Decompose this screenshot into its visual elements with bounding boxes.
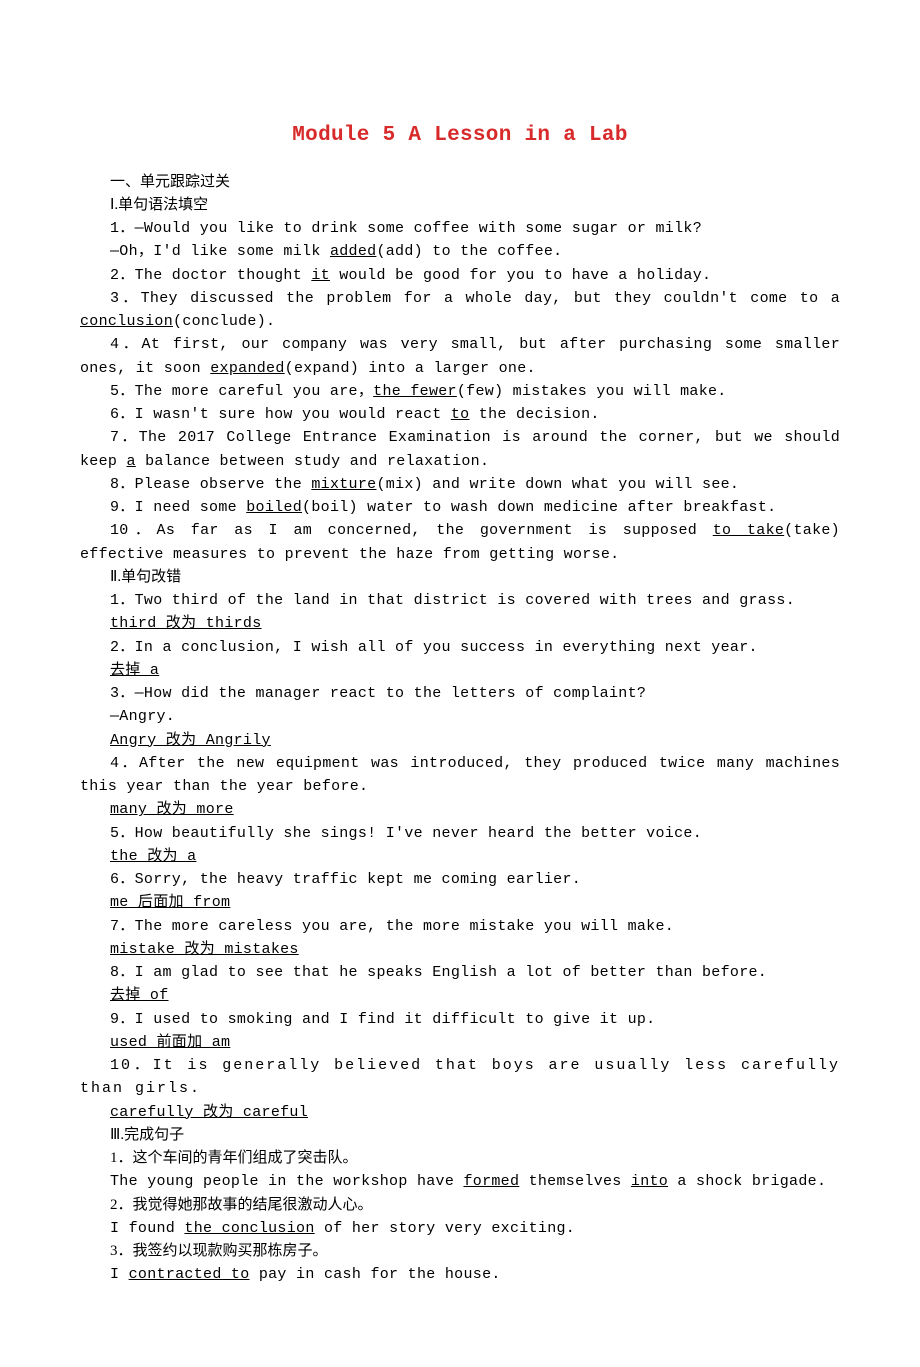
s2a9: used 前面加 am: [80, 1031, 840, 1054]
text: 10．As far as I am concerned, the governm…: [110, 522, 713, 539]
text: 3．They discussed the problem for a whole…: [110, 290, 840, 307]
text: 5．The more careful you are，: [110, 383, 373, 400]
q1b: —Oh，I'd like some milk added(add) to the…: [80, 240, 840, 263]
section-heading: 一、单元跟踪过关: [80, 171, 840, 194]
text: 2．The doctor thought: [110, 267, 311, 284]
text: (boil) water to wash down medicine after…: [302, 499, 776, 516]
text: I: [110, 1266, 129, 1283]
answer: into: [631, 1173, 668, 1190]
s3q3c: 3．我签约以现款购买那栋房子。: [80, 1240, 840, 1263]
subsection-2: Ⅱ.单句改错: [80, 566, 840, 589]
s2a4: many 改为 more: [80, 798, 840, 821]
s3q1c: 1．这个车间的青年们组成了突击队。: [80, 1147, 840, 1170]
text: of her story very exciting.: [315, 1220, 575, 1237]
answer: to: [451, 406, 470, 423]
text: (conclude).: [173, 313, 275, 330]
q3: 3．They discussed the problem for a whole…: [80, 287, 840, 334]
text: I found: [110, 1220, 184, 1237]
s2a7: mistake 改为 mistakes: [80, 938, 840, 961]
answer: mixture: [311, 476, 376, 493]
answer: boiled: [246, 499, 302, 516]
q8: 8．Please observe the mixture(mix) and wr…: [80, 473, 840, 496]
text: pay in cash for the house.: [250, 1266, 501, 1283]
answer: a: [127, 453, 136, 470]
text: a shock brigade.: [668, 1173, 826, 1190]
answer: it: [311, 267, 330, 284]
q2: 2．The doctor thought it would be good fo…: [80, 264, 840, 287]
text: The young people in the workshop have: [110, 1173, 463, 1190]
s2a3: Angry 改为 Angrily: [80, 729, 840, 752]
subsection-1: Ⅰ.单句语法填空: [80, 194, 840, 217]
s3q2c: 2．我觉得她那故事的结尾很激动人心。: [80, 1194, 840, 1217]
s3q2e: I found the conclusion of her story very…: [80, 1217, 840, 1240]
s2q3b: —Angry.: [80, 705, 840, 728]
s2a2: 去掉 a: [80, 659, 840, 682]
s2q2: 2．In a conclusion, I wish all of you suc…: [80, 636, 840, 659]
answer: formed: [463, 1173, 519, 1190]
s2a10: carefully 改为 careful: [80, 1101, 840, 1124]
q7: 7．The 2017 College Entrance Examination …: [80, 426, 840, 473]
text: the decision.: [469, 406, 599, 423]
answer: the conclusion: [184, 1220, 314, 1237]
answer: expanded: [210, 360, 284, 377]
s2q9: 9．I used to smoking and I find it diffic…: [80, 1008, 840, 1031]
s2a5: the 改为 a: [80, 845, 840, 868]
q4: 4．At first, our company was very small, …: [80, 333, 840, 380]
text: (add) to the coffee.: [376, 243, 562, 260]
s3q1e: The young people in the workshop have fo…: [80, 1170, 840, 1193]
text: (mix) and write down what you will see.: [376, 476, 739, 493]
s2q3a: 3．—How did the manager react to the lett…: [80, 682, 840, 705]
s2q5: 5．How beautifully she sings! I've never …: [80, 822, 840, 845]
s2a8: 去掉 of: [80, 984, 840, 1007]
document-page: Module 5 A Lesson in a Lab 一、单元跟踪过关 Ⅰ.单句…: [0, 0, 920, 1367]
s2q10: 10．It is generally believed that boys ar…: [80, 1054, 840, 1101]
q1a: 1．—Would you like to drink some coffee w…: [80, 217, 840, 240]
text: 9．I need some: [110, 499, 246, 516]
s2q4: 4．After the new equipment was introduced…: [80, 752, 840, 799]
s3q3e: I contracted to pay in cash for the hous…: [80, 1263, 840, 1286]
text: —Oh，I'd like some milk: [110, 243, 330, 260]
s2a6: me 后面加 from: [80, 891, 840, 914]
q10: 10．As far as I am concerned, the governm…: [80, 519, 840, 566]
text: balance between study and relaxation.: [136, 453, 489, 470]
s2q1: 1．Two third of the land in that district…: [80, 589, 840, 612]
q6: 6．I wasn't sure how you would react to t…: [80, 403, 840, 426]
answer: contracted to: [129, 1266, 250, 1283]
text: themselves: [519, 1173, 631, 1190]
text: (expand) into a larger one.: [285, 360, 536, 377]
s2q8: 8．I am glad to see that he speaks Englis…: [80, 961, 840, 984]
s2a1: third 改为 thirds: [80, 612, 840, 635]
q5: 5．The more careful you are，the fewer(few…: [80, 380, 840, 403]
answer: conclusion: [80, 313, 173, 330]
answer: the fewer: [373, 383, 457, 400]
s2q6: 6．Sorry, the heavy traffic kept me comin…: [80, 868, 840, 891]
text: would be good for you to have a holiday.: [330, 267, 711, 284]
s2q7: 7．The more careless you are, the more mi…: [80, 915, 840, 938]
answer: added: [330, 243, 377, 260]
q9: 9．I need some boiled(boil) water to wash…: [80, 496, 840, 519]
answer: to take: [713, 522, 784, 539]
text: (few) mistakes you will make.: [457, 383, 727, 400]
subsection-3: Ⅲ.完成句子: [80, 1124, 840, 1147]
text: 6．I wasn't sure how you would react: [110, 406, 451, 423]
text: 8．Please observe the: [110, 476, 311, 493]
module-title: Module 5 A Lesson in a Lab: [80, 120, 840, 153]
